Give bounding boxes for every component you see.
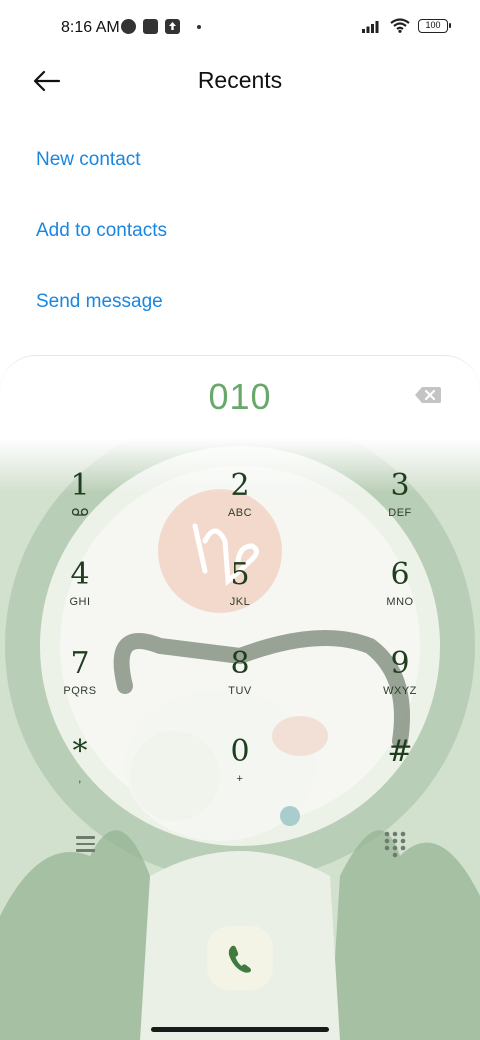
- key-digit: 6: [390, 557, 410, 592]
- key-digit: 7: [70, 646, 90, 681]
- key-star[interactable]: * ,: [25, 735, 135, 811]
- status-system-icons: 100: [362, 18, 451, 33]
- key-digit: 2: [230, 468, 250, 503]
- status-bar: 8:16 AM 100: [0, 0, 480, 56]
- data-saver-icon: [121, 19, 136, 34]
- battery-icon: 100: [418, 18, 451, 33]
- key-digit: 4: [70, 557, 90, 592]
- notification-icon: [143, 19, 158, 34]
- key-digit: 3: [390, 468, 410, 503]
- key-1[interactable]: 1: [25, 469, 135, 545]
- key-5[interactable]: 5 JKL: [185, 558, 295, 634]
- menu-icon-line: [75, 836, 95, 839]
- call-button[interactable]: [207, 926, 273, 990]
- status-notification-icons: [121, 19, 201, 34]
- key-letters: GHI: [69, 596, 91, 608]
- menu-icon-line: [75, 842, 95, 846]
- key-0[interactable]: 0 +: [185, 735, 295, 811]
- key-3[interactable]: 3 DEF: [345, 469, 455, 545]
- key-letters: +: [236, 773, 244, 785]
- key-letters: ABC: [227, 507, 253, 519]
- upload-icon: [165, 19, 180, 34]
- key-letters: WXYZ: [383, 685, 417, 697]
- backspace-button[interactable]: [414, 384, 442, 408]
- signal-icon: [362, 20, 379, 33]
- backspace-icon: [415, 387, 441, 403]
- key-4[interactable]: 4 GHI: [25, 558, 135, 634]
- send-message-link[interactable]: Send message: [36, 291, 163, 313]
- key-letters: PQRS: [63, 685, 97, 697]
- dialpad-icon: [384, 831, 406, 858]
- key-letters: DEF: [388, 507, 412, 519]
- voicemail-icon: [25, 507, 135, 520]
- dialed-number: 010: [208, 376, 272, 417]
- key-letters: JKL: [229, 596, 251, 608]
- new-contact-link[interactable]: New contact: [36, 149, 141, 171]
- key-digit: *: [72, 734, 88, 769]
- key-8[interactable]: 8 TUV: [185, 647, 295, 723]
- key-hash[interactable]: #: [345, 735, 455, 811]
- key-digit: 8: [230, 646, 250, 681]
- wifi-icon: [390, 18, 410, 33]
- dialer-panel: 010 1 2 ABC 3 DEF 4 GHI 5 JKL 6 MNO 7 PQ…: [0, 355, 480, 1040]
- dot-icon: [197, 24, 201, 29]
- status-time: 8:16 AM: [61, 19, 120, 36]
- key-7[interactable]: 7 PQRS: [25, 647, 135, 723]
- phone-icon: [228, 945, 251, 973]
- home-indicator[interactable]: [151, 1027, 329, 1032]
- menu-icon-line: [75, 849, 95, 852]
- page-title: Recents: [197, 67, 283, 93]
- add-to-contacts-link[interactable]: Add to contacts: [36, 220, 167, 242]
- key-letters: TUV: [228, 685, 252, 697]
- key-letters: ,: [78, 773, 82, 785]
- key-digit: 0: [230, 734, 250, 769]
- key-digit: 1: [70, 468, 90, 503]
- keypad-toggle-button[interactable]: [382, 830, 408, 858]
- key-digit: #: [387, 734, 413, 769]
- key-digit: 5: [230, 557, 250, 592]
- key-digit: 9: [390, 646, 410, 681]
- key-6[interactable]: 6 MNO: [345, 558, 455, 634]
- menu-button[interactable]: [70, 831, 100, 857]
- key-2[interactable]: 2 ABC: [185, 469, 295, 545]
- key-9[interactable]: 9 WXYZ: [345, 647, 455, 723]
- key-letters: MNO: [386, 596, 414, 608]
